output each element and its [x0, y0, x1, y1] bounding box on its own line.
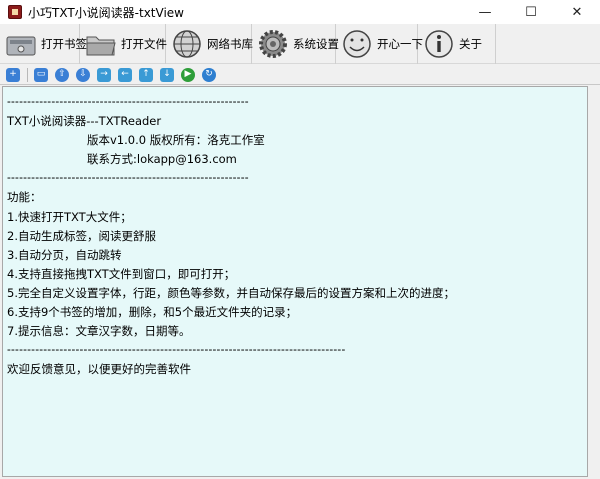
system-settings-label: 系统设置 [293, 37, 339, 51]
text-line: 功能： [7, 190, 42, 205]
play-icon[interactable]: ▶ [181, 67, 195, 82]
smiley-clock-icon [340, 27, 374, 61]
open-bookmark-button[interactable]: 打开书签 [0, 24, 87, 64]
text-line: 欢迎反馈意见，以便更好的完善软件 [7, 362, 191, 377]
folder-icon [84, 27, 118, 61]
toolbar-separator [27, 67, 28, 82]
about-label: 关于 [459, 37, 482, 51]
text-line: TXT小说阅读器---TXTReader [7, 114, 162, 129]
text-line: 7.提示信息：文章汉字数，日期等。 [7, 324, 191, 339]
globe-icon [170, 27, 204, 61]
gear-icon [256, 27, 290, 61]
text-line: 1.快速打开TXT大文件； [7, 209, 132, 224]
add-bookmark-icon[interactable]: + [6, 67, 20, 82]
arrow-up-icon[interactable]: ↑ [139, 67, 153, 82]
text-line: ----------------------------------------… [7, 344, 346, 357]
text-line: ----------------------------------------… [7, 96, 249, 108]
online-library-button[interactable]: 网络书库 [166, 24, 253, 64]
text-line: 6.支持9个书签的增加，删除，和5个最近文件夹的记录； [7, 305, 298, 320]
minimize-button[interactable]: — [462, 0, 508, 24]
text-line: ----------------------------------------… [7, 172, 249, 185]
text-line: 联系方式:lokapp@163.com [87, 152, 237, 167]
app-book-icon [8, 5, 22, 19]
page-down-icon[interactable]: ⇩ [76, 67, 90, 82]
window-title: 小巧TXT小说阅读器-txtView [28, 5, 184, 20]
info-icon [422, 27, 456, 61]
text-line: 版本v1.0.0 版权所有：洛克工作室 [87, 133, 265, 148]
system-settings-button[interactable]: 系统设置 [252, 24, 339, 64]
bookmark-drive-icon [4, 27, 38, 61]
fun-button[interactable]: 开心一下 [336, 24, 423, 64]
arrow-down-icon[interactable]: ↓ [160, 67, 174, 82]
text-line: 5.完全自定义设置字体，行距，颜色等参数，并自动保存最后的设置方案和上次的进度； [7, 285, 455, 300]
text-line: 3.自动分页，自动跳转 [7, 247, 122, 262]
open-file-label: 打开文件 [121, 37, 167, 51]
remove-bookmark-icon[interactable]: ▭ [34, 67, 48, 82]
open-file-button[interactable]: 打开文件 [80, 24, 167, 64]
about-button[interactable]: 关于 [418, 24, 496, 64]
reader-text-area[interactable]: ----------------------------------------… [2, 86, 588, 477]
maximize-button[interactable]: ☐ [508, 0, 554, 24]
window-controls: — ☐ ✕ [462, 0, 600, 24]
arrow-right-icon[interactable]: → [97, 67, 111, 82]
text-line: 2.自动生成标签，阅读更舒服 [7, 228, 156, 243]
page-up-icon[interactable]: ⇧ [55, 67, 69, 82]
arrow-left-icon[interactable]: ← [118, 67, 132, 82]
window-right-edge [589, 86, 600, 477]
secondary-toolbar: + ▭ ⇧ ⇩ → ← ↑ ↓ ▶ ↻ [0, 65, 600, 85]
main-toolbar: 打开书签 打开文件 网络书库 系统设置 开心一下 关于 [0, 24, 600, 64]
refresh-icon[interactable]: ↻ [202, 67, 216, 82]
fun-label: 开心一下 [377, 37, 423, 51]
close-button[interactable]: ✕ [554, 0, 600, 24]
online-library-label: 网络书库 [207, 37, 253, 51]
title-bar: 小巧TXT小说阅读器-txtView — ☐ ✕ [0, 0, 600, 24]
text-line: 4.支持直接拖拽TXT文件到窗口，即可打开； [7, 266, 236, 281]
